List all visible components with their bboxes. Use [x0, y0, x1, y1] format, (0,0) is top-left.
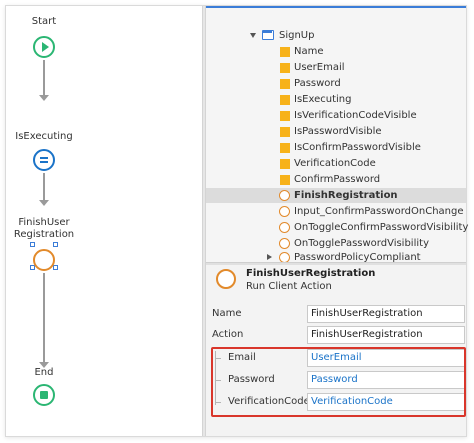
action-icon [279, 222, 290, 233]
flow-canvas[interactable]: Start IsExecuting FinishUser Registratio… [6, 6, 202, 436]
action-icon [279, 190, 290, 201]
properties-title: FinishUserRegistration [246, 268, 376, 279]
tree-item-isexecuting[interactable]: IsExecuting [206, 92, 466, 107]
property-name-row: Name FinishUserRegistration [206, 304, 466, 326]
tree-item-name[interactable]: Name [206, 44, 466, 59]
tree-item-password[interactable]: Password [206, 76, 466, 91]
caret-down-icon[interactable] [250, 33, 256, 38]
tree-node-label: SignUp [279, 30, 315, 41]
variable-icon [280, 79, 290, 89]
tree-item-ontoggleconfirmpasswordvisibility[interactable]: OnToggleConfirmPasswordVisibility [206, 220, 469, 235]
tree-item-label: FinishRegistration [294, 190, 398, 201]
variable-icon [280, 95, 290, 105]
variable-icon [280, 111, 290, 121]
variable-icon [280, 63, 290, 73]
client-action-icon [216, 269, 236, 289]
elements-tree[interactable]: SignUp Name UserEmail Password IsExecuti… [206, 6, 469, 263]
tree-item-label: Input_ConfirmPasswordOnChange [294, 206, 464, 217]
param-email-row: Email UserEmail [206, 348, 466, 370]
param-label: VerificationCode [228, 396, 310, 407]
tree-item-useremail[interactable]: UserEmail [206, 60, 466, 75]
tree-item-confirmpassword[interactable]: ConfirmPassword [206, 172, 466, 187]
assign-icon [40, 157, 48, 159]
name-field[interactable]: FinishUserRegistration [307, 305, 465, 323]
properties-subtitle: Run Client Action [246, 281, 332, 292]
properties-header: FinishUserRegistration Run Client Action [206, 265, 466, 301]
client-action-node[interactable] [33, 249, 55, 271]
tree-item-isverificationcodevisible[interactable]: IsVerificationCodeVisible [206, 108, 466, 123]
property-label: Action [212, 329, 244, 340]
screen-icon [262, 30, 274, 40]
variable-icon [280, 143, 290, 153]
flow-connector [43, 173, 45, 201]
stop-icon [40, 391, 48, 399]
action-icon [279, 238, 290, 249]
tree-item-label: IsConfirmPasswordVisible [294, 142, 421, 153]
flow-connector [43, 273, 45, 363]
variable-icon [280, 127, 290, 137]
flow-connector [43, 60, 45, 96]
assign-node[interactable] [33, 149, 55, 171]
selection-handle[interactable] [30, 242, 35, 247]
param-label: Email [228, 352, 256, 363]
tree-item-label: VerificationCode [294, 158, 376, 169]
variable-icon [280, 159, 290, 169]
selection-handle[interactable] [53, 242, 58, 247]
tree-item-label: OnTogglePasswordVisibility [294, 238, 429, 249]
tree-item-label: IsExecuting [294, 94, 352, 105]
properties-panel: FinishUserRegistration Run Client Action… [206, 265, 466, 436]
end-node[interactable] [33, 384, 55, 406]
selection-handle[interactable] [53, 265, 58, 270]
action-node-label-line2: Registration [13, 229, 75, 240]
play-icon [42, 42, 49, 52]
variable-icon [280, 47, 290, 57]
tree-item-label: Password [294, 78, 341, 89]
arrow-down-icon [39, 95, 49, 101]
param-password-row: Password Password [206, 370, 466, 392]
password-param-field[interactable]: Password [307, 371, 465, 389]
tree-item-label: IsPasswordVisible [294, 126, 382, 137]
arrow-down-icon [39, 200, 49, 206]
tree-item-verificationcode[interactable]: VerificationCode [206, 156, 466, 171]
param-label: Password [228, 374, 275, 385]
right-pane: SignUp Name UserEmail Password IsExecuti… [206, 6, 469, 436]
assign-icon-bar [40, 161, 48, 163]
tree-item-ontogglepasswordvisibility[interactable]: OnTogglePasswordVisibility [206, 236, 466, 251]
email-param-field[interactable]: UserEmail [307, 349, 465, 367]
tree-item-label: ConfirmPassword [294, 174, 381, 185]
flow-editor-window: Start IsExecuting FinishUser Registratio… [5, 5, 469, 437]
tree-item-label: Name [294, 46, 324, 57]
tree-node-signup[interactable]: SignUp [206, 28, 466, 43]
start-node-label: Start [31, 16, 57, 27]
tree-item-finishregistration[interactable]: FinishRegistration [206, 188, 466, 203]
caret-right-icon[interactable] [267, 254, 272, 260]
property-action-row: Action FinishUserRegistration [206, 325, 466, 347]
tree-item-label: OnToggleConfirmPasswordVisibility [294, 222, 469, 233]
action-icon [279, 206, 290, 217]
verificationcode-param-field[interactable]: VerificationCode [307, 393, 465, 411]
tree-item-label: IsVerificationCodeVisible [294, 110, 417, 121]
tree-item-ispasswordvisible[interactable]: IsPasswordVisible [206, 124, 466, 139]
property-label: Name [212, 308, 242, 319]
tree-item-isconfirmpasswordvisible[interactable]: IsConfirmPasswordVisible [206, 140, 466, 155]
end-node-label: End [34, 367, 54, 378]
action-node-label-line1: FinishUser [18, 217, 70, 228]
start-node[interactable] [33, 36, 55, 58]
tree-item-label: UserEmail [294, 62, 345, 73]
action-field[interactable]: FinishUserRegistration [307, 326, 465, 344]
param-verificationcode-row: VerificationCode VerificationCode [206, 392, 466, 414]
variable-icon [280, 175, 290, 185]
assign-node-label: IsExecuting [15, 131, 73, 142]
tree-item-input-confirmpasswordonchange[interactable]: Input_ConfirmPasswordOnChange [206, 204, 466, 219]
